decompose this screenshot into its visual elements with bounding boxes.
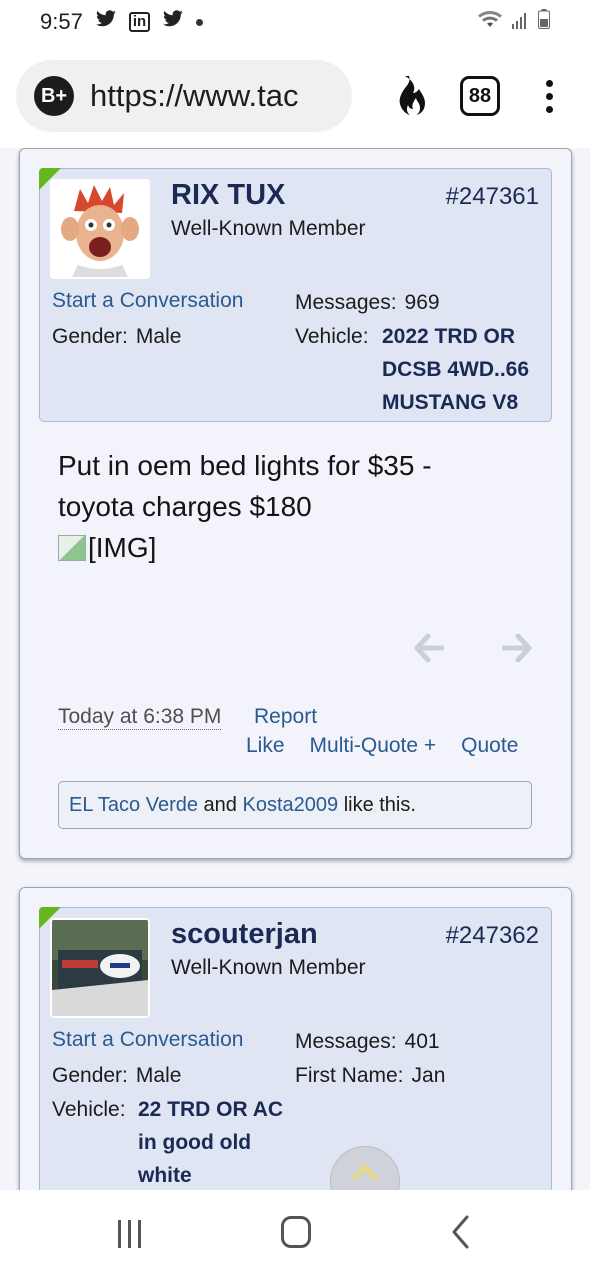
- forum-post: RIX TUX Well-Known Member #247361 Start …: [19, 148, 572, 859]
- site-badge-icon[interactable]: B+: [34, 76, 74, 116]
- broken-image-icon: [58, 534, 86, 561]
- message-text-line: Put in oem bed lights for $35 -: [58, 450, 432, 481]
- liker-link[interactable]: Kosta2009: [242, 794, 338, 817]
- vehicle-line: white: [138, 1164, 192, 1187]
- status-bar: 9:57 in: [0, 0, 590, 44]
- gender-label: Gender:: [52, 1064, 128, 1087]
- message-text-line: toyota charges $180: [58, 491, 312, 522]
- vehicle-line: 22 TRD OR AC: [138, 1098, 284, 1121]
- post-message: Put in oem bed lights for $35 - toyota c…: [58, 445, 528, 572]
- vehicle-line: MUSTANG V8: [382, 391, 519, 414]
- vehicle-line: 2022 TRD OR: [382, 325, 516, 348]
- likes-suffix-text: like this.: [343, 793, 416, 816]
- likes-and-text: and: [203, 793, 237, 816]
- arrow-left-icon[interactable]: [414, 633, 445, 670]
- gender-value: Male: [135, 1064, 182, 1087]
- notification-dot-icon: [196, 18, 204, 26]
- gender-value: Male: [135, 325, 182, 348]
- system-nav-bar: [0, 1190, 590, 1278]
- gender-row: Gender: Male: [52, 325, 181, 349]
- messages-label: Messages:: [295, 291, 397, 314]
- more-menu-icon[interactable]: [534, 70, 564, 122]
- liker-link[interactable]: EL Taco Verde: [69, 794, 198, 817]
- post-date[interactable]: Today at 6:38 PM: [58, 705, 222, 730]
- report-link[interactable]: Report: [254, 705, 317, 729]
- wifi-icon: [478, 9, 502, 35]
- address-bar[interactable]: B+ https://www.tac: [16, 60, 352, 132]
- messages-label: Messages:: [295, 1030, 397, 1053]
- start-conversation-link[interactable]: Start a Conversation: [52, 1028, 243, 1052]
- arrow-right-icon[interactable]: [501, 633, 532, 670]
- post-number-link[interactable]: #247362: [446, 922, 539, 950]
- first-name-value: Jan: [411, 1064, 446, 1087]
- back-icon[interactable]: [450, 1214, 470, 1250]
- linkedin-icon: in: [128, 12, 151, 32]
- quote-link[interactable]: Quote: [461, 734, 518, 758]
- browser-toolbar: B+ https://www.tac 88: [0, 44, 590, 148]
- image-alt-text: [IMG]: [88, 532, 157, 563]
- url-text[interactable]: https://www.tac: [90, 78, 298, 114]
- first-name-label: First Name:: [295, 1064, 404, 1087]
- avatar[interactable]: [50, 918, 150, 1018]
- user-info-box: RIX TUX Well-Known Member #247361 Start …: [39, 168, 552, 422]
- multi-quote-link[interactable]: Multi-Quote +: [310, 734, 437, 758]
- vehicle-value: 2022 TRD OR DCSB 4WD..66 MUSTANG V8: [382, 320, 542, 419]
- vehicle-label: Vehicle:: [295, 325, 369, 348]
- vehicle-line: in good old: [138, 1131, 252, 1154]
- recents-icon[interactable]: [118, 1220, 141, 1248]
- user-info-box: scouterjan Well-Known Member #247362 Sta…: [39, 907, 552, 1190]
- messages-row: Messages: 401: [295, 1030, 440, 1054]
- like-link[interactable]: Like: [246, 734, 285, 758]
- page-content: RIX TUX Well-Known Member #247361 Start …: [0, 148, 590, 1190]
- battery-icon: [538, 9, 550, 35]
- likes-summary: EL Taco Verde and Kosta2009 like this.: [58, 781, 532, 829]
- vehicle-value: 22 TRD OR AC in good old white: [138, 1093, 298, 1190]
- embedded-image[interactable]: [IMG]: [58, 527, 156, 568]
- messages-count: 969: [404, 291, 440, 314]
- forum-post: scouterjan Well-Known Member #247362 Sta…: [19, 887, 572, 1190]
- twitter-icon: [162, 10, 184, 34]
- username[interactable]: RIX TUX: [171, 179, 285, 212]
- start-conversation-link[interactable]: Start a Conversation: [52, 289, 243, 313]
- tab-switcher-button[interactable]: 88: [460, 76, 500, 116]
- user-title: Well-Known Member: [171, 217, 366, 240]
- post-number-link[interactable]: #247361: [446, 183, 539, 211]
- signal-icon: [512, 9, 528, 35]
- user-title: Well-Known Member: [171, 956, 366, 979]
- post-actions: Like Multi-Quote + Quote: [246, 734, 518, 758]
- username[interactable]: scouterjan: [171, 918, 318, 951]
- home-icon[interactable]: [281, 1216, 311, 1248]
- avatar[interactable]: [50, 179, 150, 279]
- first-name-row: First Name: Jan: [295, 1064, 445, 1088]
- twitter-icon: [95, 10, 117, 34]
- online-indicator: [39, 168, 61, 190]
- vehicle-line: DCSB 4WD..66: [382, 358, 530, 381]
- clock: 9:57: [40, 9, 83, 34]
- messages-row: Messages: 969: [295, 291, 440, 315]
- vehicle-label: Vehicle:: [52, 1098, 126, 1121]
- online-indicator: [39, 907, 61, 929]
- messages-count: 401: [404, 1030, 440, 1053]
- flame-icon[interactable]: [386, 70, 432, 122]
- gender-label: Gender:: [52, 325, 128, 348]
- gender-row: Gender: Male: [52, 1064, 181, 1088]
